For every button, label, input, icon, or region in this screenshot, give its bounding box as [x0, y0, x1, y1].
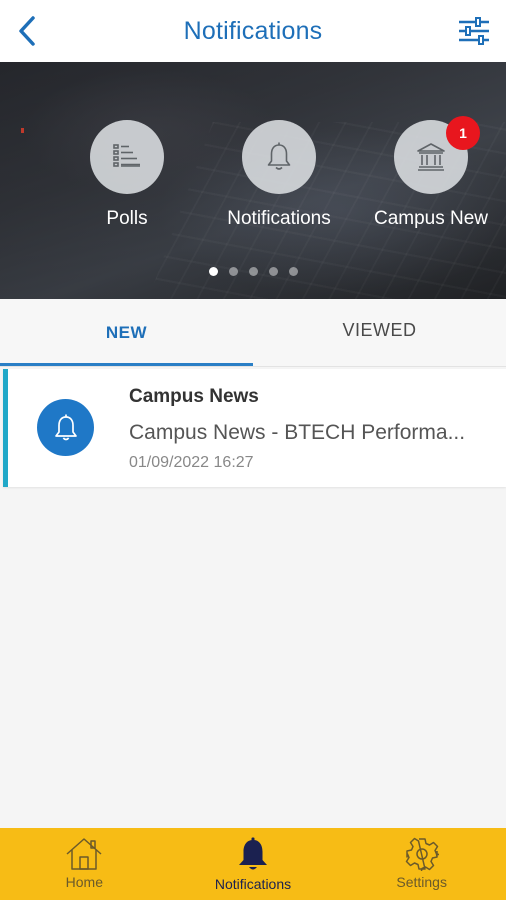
nav-notifications[interactable]: Notifications — [169, 828, 338, 900]
pager-dot[interactable] — [268, 267, 278, 276]
shortcut-label: Campus New — [373, 208, 489, 229]
chevron-left-icon — [19, 16, 35, 46]
bank-icon — [417, 143, 445, 171]
pager-dot[interactable] — [228, 267, 238, 276]
tab-bar: NEW VIEWED — [0, 299, 506, 367]
shortcut-notifications[interactable]: Notifications — [209, 120, 349, 240]
list-icon — [113, 144, 140, 167]
sliders-icon — [459, 17, 489, 45]
bottom-navigation: Home Notifications Settings — [0, 828, 506, 900]
shortcut-polls[interactable]: Polls — [57, 120, 197, 240]
pager-dot[interactable] — [288, 267, 298, 276]
notification-title: Campus News — [129, 386, 259, 407]
nav-label: Notifications — [214, 876, 292, 892]
back-button[interactable] — [12, 14, 42, 48]
notification-avatar — [37, 399, 94, 456]
tab-new[interactable]: NEW — [0, 299, 253, 366]
carousel-pager — [0, 267, 506, 276]
gear-icon — [405, 837, 439, 871]
tab-viewed[interactable]: VIEWED — [253, 299, 506, 366]
shortcut-label: Notifications — [227, 208, 331, 229]
pager-dot[interactable] — [248, 267, 258, 276]
banner-carousel[interactable]: Polls Notifications 1 Campus New — [0, 62, 506, 299]
nav-home[interactable]: Home — [0, 828, 169, 900]
bell-icon — [239, 837, 267, 870]
nav-label: Settings — [396, 874, 447, 890]
home-icon — [66, 838, 102, 870]
pager-dot[interactable] — [208, 267, 218, 276]
notification-body: Campus News - BTECH Performa... — [129, 421, 466, 444]
shortcut-label: Polls — [106, 208, 148, 229]
notification-item[interactable]: Campus News Campus News - BTECH Performa… — [3, 369, 506, 487]
bell-icon — [267, 142, 291, 170]
page-title: Notifications — [183, 16, 323, 45]
filter-button[interactable] — [456, 14, 492, 48]
notification-timestamp: 01/09/2022 16:27 — [129, 454, 254, 471]
bell-icon — [54, 414, 77, 440]
notification-count-badge: 1 — [446, 116, 480, 150]
app-root: Notifications Polls Notifications 1 Camp… — [0, 0, 506, 900]
nav-settings[interactable]: Settings — [337, 828, 506, 900]
header-bar: Notifications — [0, 0, 506, 62]
shortcut-campus-news[interactable]: 1 Campus New — [361, 116, 501, 240]
nav-label: Home — [65, 874, 104, 890]
